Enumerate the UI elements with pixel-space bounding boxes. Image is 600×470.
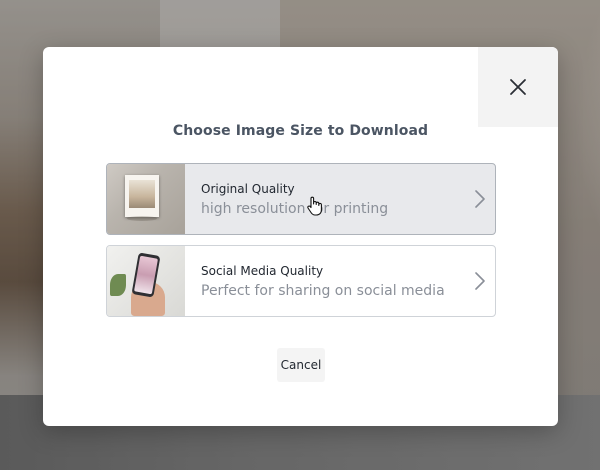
option-original-quality[interactable]: Original Quality high resolution for pri…: [106, 163, 496, 235]
download-size-dialog: Choose Image Size to Download Original Q…: [43, 47, 558, 426]
option-description: high resolution for printing: [201, 200, 389, 217]
option-name: Social Media Quality: [201, 263, 324, 278]
phone-in-hand-thumbnail: [107, 246, 185, 316]
framed-print-thumbnail: [107, 164, 185, 234]
option-name: Original Quality: [201, 181, 295, 196]
close-button[interactable]: [478, 47, 558, 127]
option-social-media-quality[interactable]: Social Media Quality Perfect for sharing…: [106, 245, 496, 317]
chevron-right-icon: [465, 190, 495, 208]
chevron-right-icon: [465, 272, 495, 290]
cancel-button[interactable]: Cancel: [277, 348, 325, 382]
close-icon: [510, 79, 526, 95]
dialog-title: Choose Image Size to Download: [172, 123, 429, 139]
option-description: Perfect for sharing on social media: [201, 282, 445, 299]
